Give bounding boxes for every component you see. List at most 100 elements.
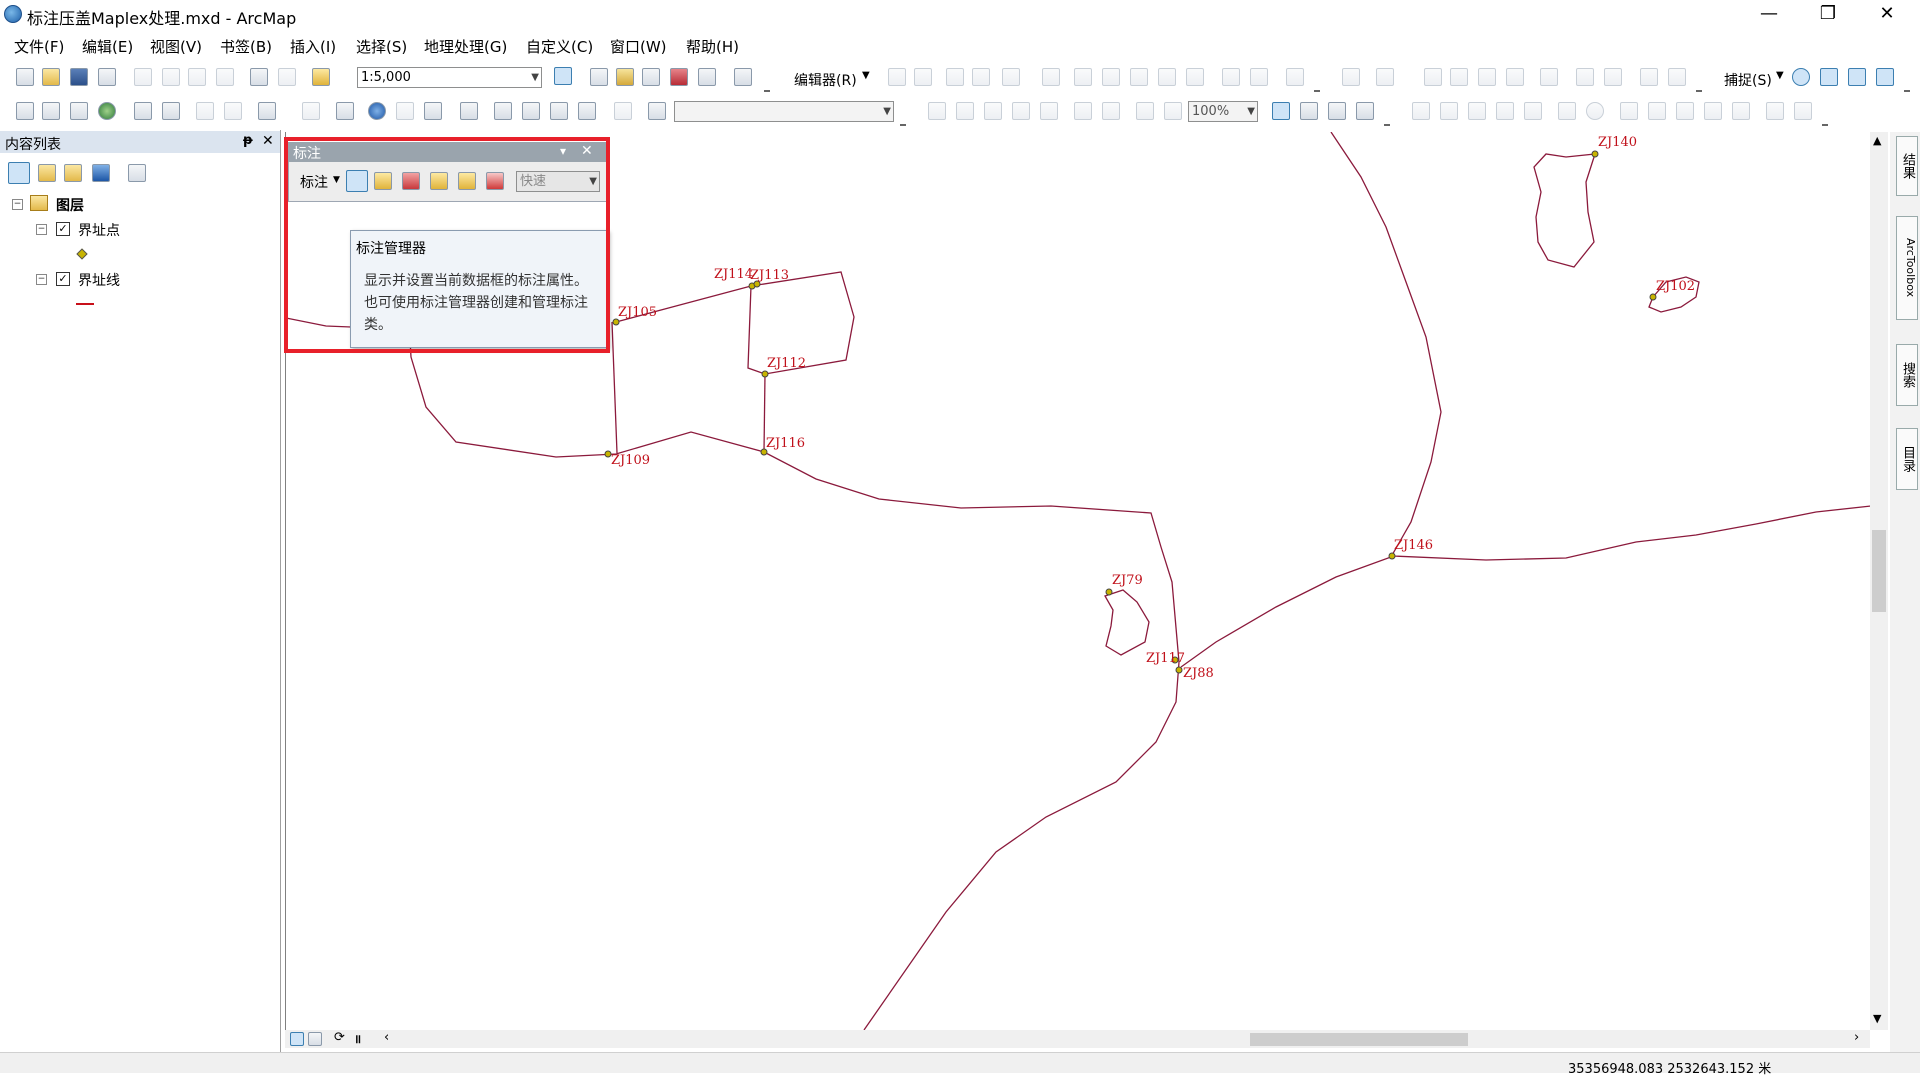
layout-zoom-in-icon[interactable] — [928, 102, 946, 120]
focus-data-frame-icon[interactable] — [1300, 102, 1318, 120]
scroll-right-icon[interactable]: › — [1854, 1030, 1859, 1045]
hyperlink-icon[interactable] — [396, 102, 414, 120]
previous-extent-icon[interactable] — [1136, 102, 1154, 120]
rotate-layout-icon[interactable] — [1648, 102, 1666, 120]
menu-customize[interactable]: 自定义(C) — [526, 36, 593, 57]
results-tab[interactable]: 结果 — [1896, 136, 1918, 196]
error-inspector-icon[interactable] — [1604, 68, 1622, 86]
restore-button[interactable]: ❐ — [1805, 0, 1851, 30]
draw-extend-icon[interactable] — [1412, 102, 1430, 120]
layout-zoom-out-icon[interactable] — [956, 102, 974, 120]
split-icon[interactable] — [1158, 68, 1176, 86]
go-forward-icon[interactable] — [224, 102, 242, 120]
scatter-icon[interactable] — [1558, 102, 1576, 120]
next-extent-icon[interactable] — [1164, 102, 1182, 120]
collapse-layer-icon[interactable]: − — [36, 274, 47, 285]
parallel-icon[interactable] — [1620, 102, 1638, 120]
magnifier-icon[interactable] — [648, 102, 666, 120]
toc-layer-name[interactable]: 界址线 — [78, 270, 120, 290]
map-topology-icon[interactable] — [1376, 68, 1394, 86]
rotate-icon[interactable] — [1186, 68, 1204, 86]
menu-insert[interactable]: 插入(I) — [290, 36, 336, 57]
list-by-source-icon[interactable] — [38, 164, 56, 182]
zoom-100-icon[interactable] — [1040, 102, 1058, 120]
select-features-icon[interactable] — [258, 102, 276, 120]
map-scale-combo[interactable]: 1:5,000 ▼ — [357, 67, 542, 88]
catalog-tab[interactable]: 目录 — [1896, 428, 1918, 490]
fixed-zoom-out-icon[interactable] — [162, 102, 180, 120]
straight-segment-icon[interactable] — [946, 68, 964, 86]
layout-zoom-combo[interactable]: 100% ▼ — [1188, 101, 1258, 122]
identify-icon[interactable] — [368, 102, 386, 120]
save-icon[interactable] — [70, 68, 88, 86]
arctoolbox-icon[interactable] — [670, 68, 688, 86]
georeference-icon[interactable] — [1640, 68, 1658, 86]
reshape-icon[interactable] — [1102, 68, 1120, 86]
arctoolbox-tab[interactable]: ArcToolbox — [1896, 216, 1918, 320]
vertex-snapping-icon[interactable] — [1848, 68, 1866, 86]
link-table-icon[interactable] — [1668, 68, 1686, 86]
horizontal-scrollbar[interactable] — [285, 1030, 1870, 1048]
data-driven-pages-icon[interactable] — [1356, 102, 1374, 120]
scale-layout-icon[interactable] — [1676, 102, 1694, 120]
print-icon[interactable] — [98, 68, 116, 86]
menu-bookmarks[interactable]: 书签(B) — [220, 36, 272, 57]
editor-toolbar-icon[interactable] — [554, 67, 572, 85]
fixed-zoom-in-layout-icon[interactable] — [1074, 102, 1092, 120]
draw-cross-icon[interactable] — [1496, 102, 1514, 120]
edge-snapping-icon[interactable] — [1876, 68, 1894, 86]
endpoint-arc-icon[interactable] — [972, 68, 990, 86]
edit-annotation-icon[interactable] — [914, 68, 932, 86]
copy-icon[interactable] — [162, 68, 180, 86]
create-viewer-window-icon[interactable] — [614, 102, 632, 120]
pan-hand-icon[interactable] — [70, 102, 88, 120]
menu-view[interactable]: 视图(V) — [150, 36, 202, 57]
layer-combo[interactable]: ▼ — [674, 101, 894, 122]
generalize-icon[interactable] — [1478, 68, 1496, 86]
refresh-icon[interactable]: ⟳ — [334, 1030, 345, 1045]
close-window-button[interactable]: ✕ — [1864, 0, 1910, 30]
layout-view-icon[interactable] — [308, 1032, 322, 1046]
change-layout-icon[interactable] — [1328, 102, 1346, 120]
toolbar-grip[interactable] — [900, 114, 906, 126]
scroll-left-icon[interactable]: ‹ — [384, 1030, 389, 1045]
toolbar-grip[interactable] — [1696, 80, 1702, 92]
minimize-button[interactable]: — — [1746, 0, 1792, 30]
point-icon[interactable] — [1042, 68, 1060, 86]
fixed-zoom-in-icon[interactable] — [134, 102, 152, 120]
menu-windows[interactable]: 窗口(W) — [610, 36, 667, 57]
trace-icon[interactable] — [1002, 68, 1020, 86]
data-view-icon[interactable] — [290, 1032, 304, 1046]
find-binoculars-icon[interactable] — [494, 102, 512, 120]
frame-layout-icon[interactable] — [1732, 102, 1750, 120]
smooth-icon[interactable] — [1506, 68, 1524, 86]
collapse-root-icon[interactable]: − — [12, 199, 23, 210]
cloud-icon[interactable] — [1766, 102, 1784, 120]
pause-drawing-icon[interactable]: ॥ — [354, 1030, 361, 1047]
point-snapping-icon[interactable] — [1792, 68, 1810, 86]
cut-polygons-icon[interactable] — [1130, 68, 1148, 86]
go-to-xy-icon[interactable] — [550, 102, 568, 120]
validate-topology-icon[interactable] — [1540, 68, 1558, 86]
measure-icon[interactable] — [460, 102, 478, 120]
list-by-visibility-icon[interactable] — [64, 164, 82, 182]
table-of-contents-icon[interactable] — [590, 68, 608, 86]
redo-icon[interactable] — [278, 68, 296, 86]
find-route-icon[interactable] — [522, 102, 540, 120]
menu-geoprocessing[interactable]: 地理处理(G) — [424, 36, 507, 57]
layer-visibility-checkbox[interactable]: ✓ — [56, 222, 70, 236]
delete-icon[interactable] — [216, 68, 234, 86]
grid-layout-icon[interactable] — [1704, 102, 1722, 120]
new-document-icon[interactable] — [16, 68, 34, 86]
select-elements-arrow-icon[interactable] — [336, 102, 354, 120]
zoom-in-icon[interactable] — [16, 102, 34, 120]
catalog-icon[interactable] — [616, 68, 634, 86]
draw-line-icon[interactable] — [1468, 102, 1486, 120]
draw-angle-icon[interactable] — [1524, 102, 1542, 120]
edit-tool-icon[interactable] — [888, 68, 906, 86]
search-window-icon[interactable] — [642, 68, 660, 86]
draw-trim-icon[interactable] — [1440, 102, 1458, 120]
layer-visibility-checkbox[interactable]: ✓ — [56, 272, 70, 286]
create-features-icon[interactable] — [1286, 68, 1304, 86]
undo-icon[interactable] — [250, 68, 268, 86]
